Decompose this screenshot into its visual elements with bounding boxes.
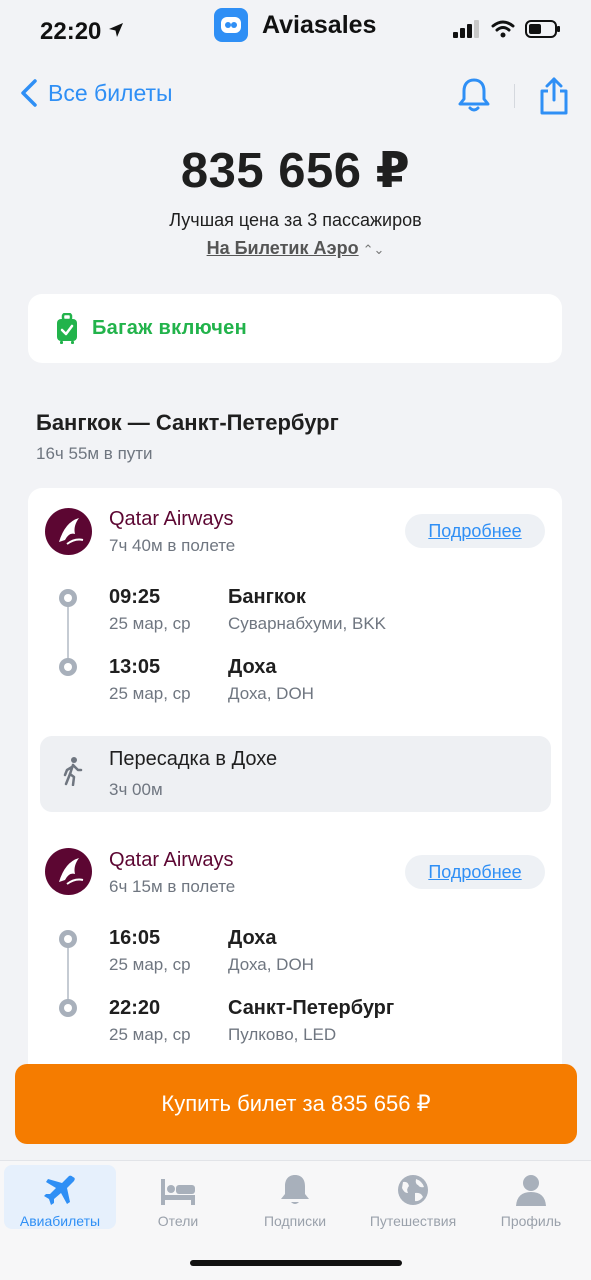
- globe-icon: [398, 1175, 428, 1205]
- tab-subscriptions[interactable]: Подписки: [239, 1165, 351, 1229]
- departure-airport: Суварнабхуми, BKK: [228, 614, 386, 633]
- route-title: Бангкок — Санкт-Петербург: [36, 410, 339, 435]
- layover-block: Пересадка в Дохе 3ч 00м: [40, 736, 551, 812]
- status-app: Aviasales: [214, 8, 376, 42]
- timeline-dot: [59, 658, 77, 676]
- location-arrow-icon: [109, 23, 123, 37]
- nav-bar: Все билеты: [0, 74, 591, 120]
- chevron-updown-icon[interactable]: ⌃⌄: [363, 242, 385, 257]
- status-time: 22:20: [40, 18, 102, 45]
- details-button[interactable]: Подробнее: [405, 855, 545, 889]
- tab-hotels[interactable]: Отели: [122, 1165, 234, 1229]
- home-indicator: [190, 1260, 402, 1266]
- nav-divider: [514, 84, 515, 108]
- share-button[interactable]: [538, 76, 570, 121]
- departure-time: 09:25: [109, 586, 161, 608]
- timeline-line: [67, 939, 69, 1007]
- timeline-dot: [59, 999, 77, 1017]
- notifications-button[interactable]: [458, 76, 490, 119]
- arrival-city: Доха: [228, 656, 277, 678]
- share-icon: [540, 77, 568, 115]
- tab-label: Подписки: [263, 1213, 327, 1229]
- flight-duration: 7ч 40м в полете: [109, 536, 236, 555]
- arrival-time: 22:20: [109, 997, 161, 1019]
- chevron-left-icon: [21, 79, 37, 107]
- arrival-date: 25 мар, ср: [109, 684, 191, 703]
- buy-ticket-button[interactable]: Купить билет за 835 656 ₽: [15, 1064, 577, 1144]
- airline-name: Qatar Airways: [109, 849, 234, 871]
- tab-label: Профиль: [500, 1213, 562, 1229]
- agency-selector: На Билетик Аэро ⌃⌄: [0, 238, 591, 259]
- plane-icon: [44, 1175, 75, 1205]
- bell-icon: [281, 1175, 309, 1204]
- bell-icon: [458, 78, 490, 112]
- tab-bar: Авиабилеты Отели Подписки Путешествия Пр…: [0, 1160, 591, 1280]
- arrival-airport: Пулково, LED: [228, 1025, 337, 1044]
- departure-date: 25 мар, ср: [109, 955, 191, 974]
- layover-title: Пересадка в Дохе: [109, 748, 278, 770]
- luggage-icon: [57, 312, 77, 344]
- airline-name: Qatar Airways: [109, 508, 234, 530]
- arrival-city: Санкт-Петербург: [228, 997, 395, 1019]
- wifi-icon: [491, 20, 515, 38]
- bed-icon: [161, 1179, 195, 1205]
- layover-duration: 3ч 00м: [109, 780, 163, 799]
- details-button[interactable]: Подробнее: [405, 514, 545, 548]
- tab-label: Путешествия: [369, 1213, 457, 1229]
- timeline-dot: [59, 589, 77, 607]
- tab-label: Авиабилеты: [19, 1213, 101, 1229]
- arrival-airport: Доха, DOH: [228, 684, 314, 703]
- walking-person-icon: [63, 757, 83, 786]
- departure-airport: Доха, DOH: [228, 955, 314, 974]
- price-subtitle: Лучшая цена за 3 пассажиров: [169, 210, 422, 230]
- departure-date: 25 мар, ср: [109, 614, 191, 633]
- back-button[interactable]: Все билеты: [20, 78, 173, 108]
- flights-card: Qatar Airways 7ч 40м в полете Подробнее …: [28, 488, 562, 1088]
- back-label: Все билеты: [48, 79, 173, 106]
- route-duration: 16ч 55м в пути: [36, 444, 153, 463]
- profile-icon: [516, 1175, 546, 1206]
- status-indicators: [453, 20, 561, 38]
- agency-link[interactable]: На Билетик Аэро: [207, 238, 359, 258]
- qatar-airways-logo-icon: [45, 848, 92, 895]
- tab-profile[interactable]: Профиль: [475, 1165, 587, 1229]
- price-amount: 835 656 ₽: [180, 144, 411, 198]
- flight-duration: 6ч 15м в полете: [109, 877, 236, 896]
- arrival-date: 25 мар, ср: [109, 1025, 191, 1044]
- status-bar: 22:20 Aviasales: [0, 0, 591, 64]
- qatar-airways-logo-icon: [45, 508, 92, 555]
- signal-icon: [453, 20, 479, 38]
- tab-label: Отели: [157, 1213, 199, 1229]
- tab-flights[interactable]: Авиабилеты: [4, 1165, 116, 1229]
- departure-time: 16:05: [109, 927, 161, 949]
- baggage-card: Багаж включен: [28, 294, 562, 363]
- battery-icon: [525, 20, 560, 38]
- timeline-line: [67, 598, 69, 666]
- departure-city: Бангкок: [228, 586, 306, 608]
- aviasales-logo-icon: [214, 8, 248, 42]
- timeline-dot: [59, 930, 77, 948]
- tab-travels[interactable]: Путешествия: [357, 1165, 469, 1229]
- baggage-label: Багаж включен: [92, 317, 247, 339]
- status-app-name: Aviasales: [262, 10, 377, 39]
- arrival-time: 13:05: [109, 656, 161, 678]
- departure-city: Доха: [228, 927, 277, 949]
